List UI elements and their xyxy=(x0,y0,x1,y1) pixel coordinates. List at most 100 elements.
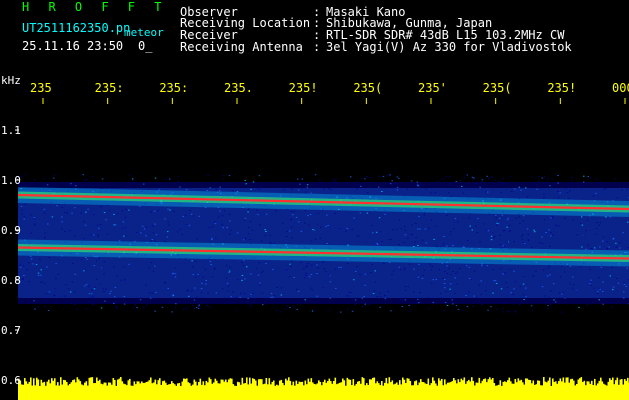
power-bar-column xyxy=(489,377,491,400)
power-bar-column xyxy=(499,380,502,400)
noise-speck xyxy=(229,220,231,222)
power-bar-column xyxy=(135,384,137,400)
noise-speck xyxy=(444,302,447,303)
noise-speck xyxy=(515,217,517,219)
noise-speck xyxy=(264,229,266,231)
power-bar-column xyxy=(474,385,476,400)
noise-speck xyxy=(418,263,420,265)
noise-speck xyxy=(594,298,596,299)
noise-speck xyxy=(32,263,34,265)
noise-speck xyxy=(21,209,23,211)
noise-speck xyxy=(374,270,376,272)
noise-speck xyxy=(407,175,409,177)
noise-speck xyxy=(29,214,32,216)
noise-speck xyxy=(293,277,295,278)
noise-speck xyxy=(99,283,102,285)
noise-speck xyxy=(488,178,490,180)
noise-speck xyxy=(468,291,470,293)
noise-speck xyxy=(446,305,449,306)
noise-speck xyxy=(229,186,231,188)
noise-speck xyxy=(215,188,218,190)
power-bar-column xyxy=(172,383,175,400)
noise-speck xyxy=(124,227,127,229)
noise-speck xyxy=(527,239,530,241)
power-bar-column xyxy=(196,385,199,400)
noise-speck xyxy=(197,301,200,303)
power-bar-column xyxy=(627,377,629,400)
power-bar-column xyxy=(411,385,413,400)
noise-speck xyxy=(623,297,625,299)
noise-speck xyxy=(466,186,468,188)
noise-speck xyxy=(507,310,509,312)
power-bar-column xyxy=(571,378,574,400)
power-bar-column xyxy=(361,377,364,400)
power-bar-column xyxy=(334,377,337,400)
noise-speck xyxy=(570,180,573,182)
noise-speck xyxy=(479,241,481,243)
noise-speck xyxy=(496,308,498,310)
noise-speck xyxy=(192,304,194,306)
power-bar-column xyxy=(378,383,380,400)
noise-speck xyxy=(465,295,467,296)
noise-speck xyxy=(615,246,618,248)
noise-speck xyxy=(303,277,306,279)
noise-speck xyxy=(502,230,505,232)
noise-speck xyxy=(240,292,242,294)
noise-speck xyxy=(567,185,570,187)
power-bar-column xyxy=(205,380,208,400)
power-bar-column xyxy=(48,379,50,400)
noise-speck xyxy=(379,306,381,308)
noise-speck xyxy=(596,293,599,294)
noise-speck xyxy=(174,267,177,269)
power-bar-column xyxy=(283,385,286,400)
noise-speck xyxy=(230,296,232,298)
power-bar-column xyxy=(531,383,533,400)
noise-speck xyxy=(561,293,563,295)
power-bar-column xyxy=(78,379,80,400)
noise-speck xyxy=(598,277,600,278)
power-bar-column xyxy=(306,384,308,400)
power-bar-column xyxy=(397,384,400,400)
noise-speck xyxy=(123,295,125,297)
noise-speck xyxy=(143,228,146,230)
noise-speck xyxy=(189,210,191,211)
power-bar-column xyxy=(330,381,332,400)
noise-speck xyxy=(445,291,447,293)
noise-speck xyxy=(615,277,618,279)
noise-speck xyxy=(377,175,380,177)
noise-speck xyxy=(454,277,456,279)
power-bar-column xyxy=(268,378,271,400)
power-bar-column xyxy=(106,385,109,400)
app-title: H R O F F T xyxy=(22,0,168,14)
noise-speck xyxy=(398,219,401,221)
noise-speck xyxy=(153,210,156,212)
noise-speck xyxy=(118,297,120,299)
noise-speck xyxy=(548,297,550,299)
power-bar-column xyxy=(31,385,34,400)
power-bar-column xyxy=(547,380,550,400)
power-bar-column xyxy=(553,381,556,400)
noise-speck xyxy=(538,180,540,182)
noise-speck xyxy=(547,267,550,269)
noise-speck xyxy=(481,304,483,306)
power-bar-column xyxy=(340,382,343,400)
noise-speck xyxy=(526,228,529,230)
noise-speck xyxy=(270,292,273,294)
noise-speck xyxy=(371,264,374,266)
noise-speck xyxy=(587,244,589,246)
noise-speck xyxy=(125,235,127,237)
noise-speck xyxy=(457,221,459,223)
noise-speck xyxy=(626,267,628,269)
noise-speck xyxy=(202,276,204,278)
power-bar-column xyxy=(183,378,185,400)
noise-speck xyxy=(590,177,592,179)
power-bar-column xyxy=(562,377,565,400)
noise-speck xyxy=(295,216,298,218)
noise-speck xyxy=(30,255,32,257)
noise-speck xyxy=(519,285,521,287)
label-antenna: Receiving Antenna xyxy=(180,40,303,54)
noise-speck xyxy=(525,296,527,298)
noise-speck xyxy=(499,234,501,236)
noise-speck xyxy=(113,302,115,304)
power-bar-column xyxy=(220,379,223,400)
